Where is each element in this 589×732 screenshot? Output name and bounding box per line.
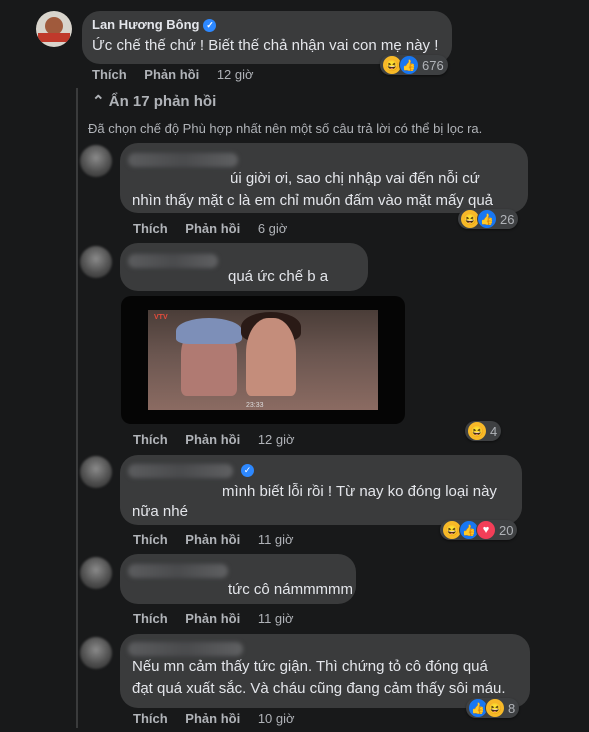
reply-actions: Thích Phản hồi 12 giờ [133, 432, 309, 447]
reply-button[interactable]: Phản hồi [185, 711, 240, 726]
hide-replies-button[interactable]: ⌃ Ẩn 17 phản hồi [92, 92, 216, 110]
video-attachment[interactable]: VTV 23:33 [121, 296, 405, 424]
like-reaction-icon: 👍 [477, 209, 497, 229]
timestamp[interactable]: 11 giờ [258, 532, 294, 547]
comment-author[interactable]: Lan Hương Bông [92, 17, 199, 32]
reply-text-line: tức cô námmmmm [228, 581, 354, 598]
blurred-author-name [128, 254, 218, 268]
reaction-summary[interactable]: 😆 4 [465, 421, 502, 441]
reaction-summary[interactable]: 😆 👍 26 [458, 209, 519, 229]
hide-replies-label: Ẩn 17 phản hồi [108, 93, 217, 110]
reply-actions: Thích Phản hồi 11 giờ [133, 532, 308, 547]
reaction-summary[interactable]: 😆 👍 ♥ 20 [440, 520, 518, 540]
reply-text-line: nhìn thấy mặt c là em chỉ muốn đấm vào m… [132, 192, 494, 209]
timestamp[interactable]: 6 giờ [258, 221, 288, 236]
like-button[interactable]: Thích [133, 711, 168, 726]
verified-badge-icon: ✓ [203, 19, 217, 33]
like-button[interactable]: Thích [92, 67, 127, 82]
like-button[interactable]: Thích [133, 432, 168, 447]
reaction-count: 4 [490, 423, 498, 439]
avatar[interactable] [80, 145, 112, 177]
blurred-author-name [128, 464, 233, 478]
haha-reaction-icon: 😆 [467, 421, 487, 441]
haha-reaction-icon: 😆 [485, 698, 505, 718]
timestamp[interactable]: 12 giờ [217, 67, 254, 82]
reply-actions: Thích Phản hồi 6 giờ [133, 221, 301, 236]
like-reaction-icon: 👍 [399, 55, 419, 75]
comment-actions: Thích Phản hồi 12 giờ [92, 67, 268, 82]
reply-text-line: đạt quá xuất sắc. Và cháu cũng đang cảm … [132, 680, 506, 697]
reply-button[interactable]: Phản hồi [144, 67, 199, 82]
avatar[interactable] [80, 246, 112, 278]
reply-button[interactable]: Phản hồi [185, 611, 240, 626]
video-figure [176, 318, 242, 344]
reply-actions: Thích Phản hồi 11 giờ [133, 611, 308, 626]
reply-button[interactable]: Phản hồi [185, 532, 240, 547]
timestamp[interactable]: 11 giờ [258, 611, 294, 626]
reaction-count: 676 [422, 57, 444, 73]
video-figure [246, 318, 296, 396]
reaction-count: 26 [500, 211, 515, 227]
filter-note: Đã chọn chế độ Phù hợp nhất nên một số c… [88, 121, 483, 136]
reaction-count: 8 [508, 700, 516, 716]
reply-actions: Thích Phản hồi 10 giờ [133, 711, 309, 726]
love-reaction-icon: ♥ [476, 520, 496, 540]
like-button[interactable]: Thích [133, 221, 168, 236]
reaction-summary[interactable]: 😆 👍 676 [380, 55, 448, 75]
reply-text-line: mình biết lỗi rồi ! Từ nay ko đóng loại … [222, 483, 497, 500]
avatar[interactable] [80, 456, 112, 488]
reply-button[interactable]: Phản hồi [185, 221, 240, 236]
like-button[interactable]: Thích [133, 532, 168, 547]
avatar[interactable] [80, 637, 112, 669]
blurred-author-name [128, 564, 228, 578]
video-timestamp: 23:33 [246, 402, 264, 409]
reaction-count: 20 [499, 522, 514, 538]
blurred-author-name [128, 153, 238, 167]
like-button[interactable]: Thích [133, 611, 168, 626]
timestamp[interactable]: 10 giờ [258, 711, 295, 726]
reply-button[interactable]: Phản hồi [185, 432, 240, 447]
reply-text-line: nữa nhé [132, 503, 188, 520]
channel-logo: VTV [154, 314, 168, 321]
avatar[interactable] [80, 557, 112, 589]
avatar[interactable] [36, 11, 72, 47]
thread-line [76, 88, 78, 728]
reaction-summary[interactable]: 👍 😆 8 [466, 698, 520, 718]
verified-badge-icon: ✓ [241, 464, 254, 477]
chevron-up-icon: ⌃ [92, 93, 105, 110]
timestamp[interactable]: 12 giờ [258, 432, 295, 447]
reply-text-line: quá ức chế b a [228, 268, 329, 285]
